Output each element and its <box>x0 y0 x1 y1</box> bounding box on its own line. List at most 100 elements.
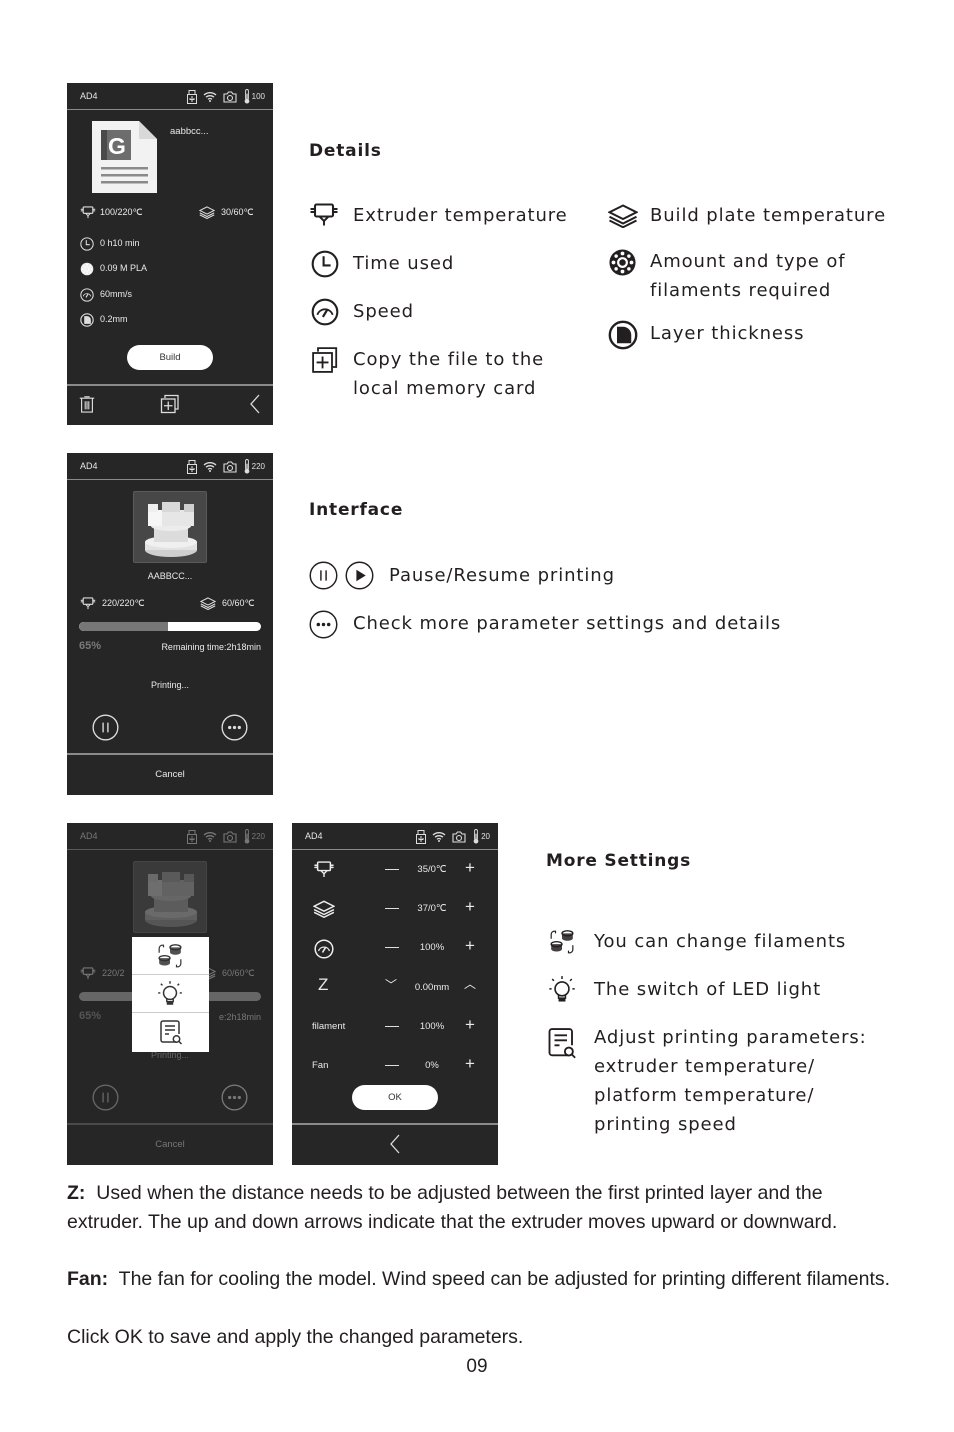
legend-more-settings: Check more parameter settings and detail… <box>353 613 782 634</box>
filament-swap-icon <box>547 929 577 955</box>
decrease-button[interactable]: — <box>385 860 399 876</box>
back-button[interactable] <box>389 1134 401 1154</box>
settings-screen: AD4 20 — 35/0℃ + — 37/0℃ + — 100% + Z ﹀ … <box>292 823 498 1165</box>
more-menu-screen: AD4 220 220/2 60/60℃ 65% e:2h18min Print… <box>67 823 273 1165</box>
ok-note: Click OK to save and apply the changed p… <box>67 1326 524 1348</box>
usb-icon <box>416 830 426 844</box>
more-options-button[interactable] <box>221 714 248 741</box>
extruder-temperature: 100/220℃ <box>100 207 143 217</box>
ok-button[interactable]: OK <box>352 1085 438 1110</box>
menu-item-led-light[interactable] <box>132 975 209 1013</box>
wifi-icon <box>203 91 217 102</box>
menu-item-adjust-parameters[interactable] <box>132 1013 209 1052</box>
layer-thickness-icon <box>608 320 638 350</box>
status-temperature: 100 <box>251 92 265 101</box>
document-search-icon <box>159 1020 183 1046</box>
model-preview <box>133 491 207 563</box>
extruder-temperature: 220/220℃ <box>102 598 145 608</box>
legend-speed: Speed <box>353 301 414 322</box>
increase-button[interactable]: + <box>465 936 475 956</box>
z-down-button[interactable]: ﹀ <box>385 976 397 993</box>
progress-percent: 65% <box>79 1010 102 1022</box>
decrease-button[interactable]: — <box>385 1017 399 1033</box>
cancel-button[interactable]: Cancel <box>67 1139 273 1150</box>
thermometer-icon <box>243 89 251 104</box>
status-temperature: 220 <box>251 462 265 471</box>
speed-gauge-icon <box>80 288 94 302</box>
print-status: Printing... <box>150 680 190 690</box>
camera-icon <box>452 831 466 843</box>
extruder-icon <box>313 861 335 878</box>
decrease-button[interactable]: — <box>385 1056 399 1072</box>
pause-button[interactable] <box>92 714 119 741</box>
divider <box>67 1123 273 1125</box>
plate-temperature: 30/60℃ <box>221 207 254 217</box>
decrease-button[interactable]: — <box>385 938 399 954</box>
layer-thickness: 0.2mm <box>100 314 128 324</box>
more-settings-heading: More Settings <box>546 851 692 871</box>
cancel-button[interactable]: Cancel <box>67 769 273 780</box>
wifi-icon <box>432 831 446 842</box>
legend-layer-thickness: Layer thickness <box>650 323 805 344</box>
printer-model: AD4 <box>80 461 98 471</box>
clock-icon <box>80 237 94 251</box>
filament-value: 100% <box>419 1021 445 1032</box>
model-preview <box>133 861 207 933</box>
camera-icon <box>223 461 237 473</box>
progress-fill <box>79 622 168 631</box>
build-button[interactable]: Build <box>127 345 213 370</box>
increase-button[interactable]: + <box>465 858 475 878</box>
z-note-text: Used when the distance needs to be adjus… <box>67 1182 838 1233</box>
extruder-icon <box>80 206 96 219</box>
status-bar: AD4 220 <box>67 453 273 480</box>
printing-screen: AD4 220 AABBCC... 220/220℃ 60/60℃ 65% Re… <box>67 453 273 795</box>
filament-amount: 0.09 M PLA <box>100 263 148 273</box>
more-popup-menu <box>132 937 209 1052</box>
back-button[interactable] <box>249 394 261 414</box>
copy-to-local-button[interactable] <box>160 394 180 414</box>
extruder-value: 35/0℃ <box>417 864 447 875</box>
decrease-button[interactable]: — <box>385 899 399 915</box>
extruder-icon <box>309 203 339 227</box>
layer-thickness-icon <box>80 313 94 327</box>
fan-note: Fan: The fan for cooling the model. Wind… <box>67 1265 897 1294</box>
increase-button[interactable]: + <box>465 897 475 917</box>
gcode-file-icon[interactable]: G <box>92 121 157 193</box>
page-number: 09 <box>466 1356 488 1377</box>
remaining-time: e:2h18min <box>218 1012 261 1022</box>
increase-button[interactable]: + <box>465 1054 475 1074</box>
progress-bar <box>79 622 261 631</box>
delete-button[interactable] <box>78 394 96 414</box>
light-bulb-icon <box>548 975 576 1005</box>
plate-temperature: 60/60℃ <box>222 598 255 608</box>
build-plate-icon <box>608 204 638 228</box>
interface-heading: Interface <box>309 500 404 520</box>
legend-adjust-parameters: Adjust printing parameters: extruder tem… <box>594 1027 867 1135</box>
legend-led-light: The switch of LED light <box>594 979 822 1000</box>
plate-temperature: 60/60℃ <box>222 968 255 978</box>
camera-icon <box>223 831 237 843</box>
speed-value: 100% <box>419 942 445 953</box>
wifi-icon <box>203 461 217 472</box>
legend-change-filament: You can change filaments <box>594 931 847 952</box>
wifi-icon <box>203 831 217 842</box>
document-search-icon <box>547 1027 577 1061</box>
menu-item-change-filament[interactable] <box>132 937 209 975</box>
printer-model: AD4 <box>80 831 98 841</box>
legend-pause-resume: Pause/Resume printing <box>389 565 615 586</box>
divider <box>292 1123 498 1125</box>
status-bar: AD4 220 <box>67 823 273 850</box>
thermometer-icon <box>472 829 480 844</box>
speed-gauge-icon <box>314 939 334 959</box>
time-used: 0 h10 min <box>100 238 140 248</box>
z-up-button[interactable]: ︿ <box>464 975 476 992</box>
filament-label: filament <box>312 1021 346 1032</box>
filament-spool-icon <box>80 262 94 276</box>
increase-button[interactable]: + <box>465 1015 475 1035</box>
status-bar: AD4 20 <box>292 823 498 850</box>
usb-icon <box>187 460 197 474</box>
z-note-label: Z: <box>67 1182 86 1204</box>
pause-button[interactable] <box>92 1084 119 1111</box>
more-options-button[interactable] <box>221 1084 248 1111</box>
legend-build-plate-temperature: Build plate temperature <box>650 205 887 226</box>
